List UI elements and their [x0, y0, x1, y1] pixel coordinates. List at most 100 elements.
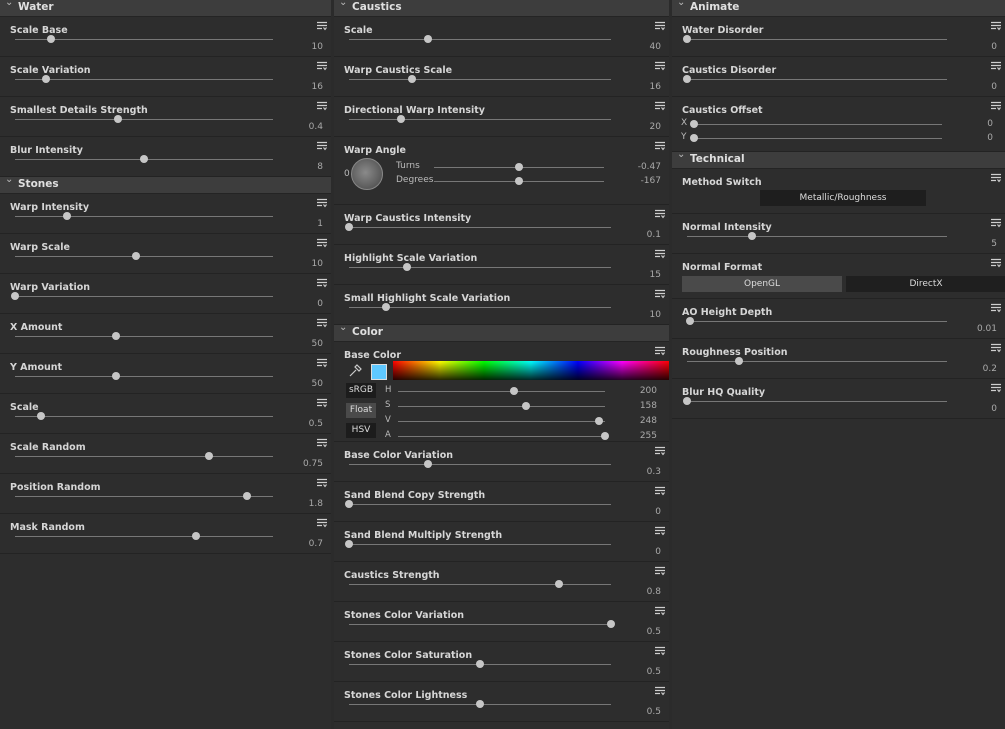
param-value[interactable]: 10 [312, 259, 323, 269]
param-slider-track[interactable] [685, 317, 947, 325]
param-slider-track[interactable] [687, 357, 947, 365]
param-menu-icon[interactable] [317, 141, 327, 151]
chevron-down-icon[interactable]: ⌄ [677, 149, 685, 160]
param-value[interactable]: 10 [650, 310, 661, 320]
param-menu-icon[interactable] [655, 526, 665, 536]
param-value[interactable]: 0.75 [303, 459, 323, 469]
hsv-button[interactable]: HSV [346, 423, 376, 438]
y-value[interactable]: 0 [987, 133, 993, 143]
param-slider-knob[interactable] [407, 75, 416, 83]
param-slider-track[interactable] [15, 492, 273, 500]
hue-spectrum[interactable] [393, 361, 669, 380]
param-slider-knob[interactable] [476, 660, 484, 668]
channel-slider-h-knob[interactable] [509, 387, 518, 395]
param-slider-track[interactable] [349, 580, 611, 588]
param-menu-icon[interactable] [655, 446, 665, 456]
param-slider-track[interactable] [11, 292, 273, 300]
param-value[interactable]: 16 [650, 82, 661, 92]
param-slider-knob[interactable] [62, 212, 71, 220]
srgb-button[interactable]: sRGB [346, 383, 376, 398]
degrees-value[interactable]: -167 [641, 176, 661, 186]
chevron-down-icon[interactable]: ⌄ [677, 0, 685, 8]
param-slider-knob[interactable] [683, 75, 691, 83]
x-slider-track[interactable] [690, 120, 942, 128]
param-menu-icon[interactable] [991, 258, 1001, 268]
channel-slider-a-track[interactable] [398, 432, 609, 440]
param-slider-track[interactable] [15, 212, 273, 220]
param-slider-track[interactable] [345, 500, 611, 508]
param-slider-knob[interactable] [132, 252, 141, 260]
param-slider-track[interactable] [349, 460, 611, 468]
param-slider-knob[interactable] [423, 460, 432, 468]
param-value[interactable]: 0 [991, 42, 997, 52]
param-slider-track[interactable] [345, 223, 611, 231]
param-slider-track[interactable] [15, 332, 273, 340]
param-menu-icon[interactable] [317, 318, 327, 328]
param-menu-icon[interactable] [317, 238, 327, 248]
param-slider-knob[interactable] [735, 357, 743, 365]
param-menu-icon[interactable] [991, 21, 1001, 31]
method-switch-button[interactable]: Metallic/Roughness [760, 190, 926, 206]
param-menu-icon[interactable] [317, 61, 327, 71]
param-menu-icon[interactable] [655, 606, 665, 616]
eyedropper-icon[interactable] [348, 364, 362, 381]
param-menu-icon[interactable] [991, 303, 1001, 313]
param-slider-knob[interactable] [748, 232, 756, 240]
param-slider-track[interactable] [15, 35, 273, 43]
param-value[interactable]: 0.5 [647, 627, 661, 637]
param-slider-track[interactable] [15, 372, 273, 380]
param-slider-knob[interactable] [41, 75, 50, 83]
param-value[interactable]: 0 [655, 507, 661, 517]
param-value[interactable]: 50 [312, 339, 323, 349]
param-value[interactable]: 0.5 [647, 667, 661, 677]
param-slider-knob[interactable] [607, 620, 615, 628]
param-value[interactable]: 20 [650, 122, 661, 132]
degrees-slider-track[interactable] [434, 177, 604, 185]
param-value[interactable]: 0.4 [309, 122, 323, 132]
param-menu-icon[interactable] [655, 646, 665, 656]
param-value[interactable]: 1.8 [309, 499, 323, 509]
param-menu-icon[interactable] [655, 486, 665, 496]
param-slider-track[interactable] [683, 397, 947, 405]
param-value[interactable]: 0 [655, 547, 661, 557]
param-menu-icon[interactable] [655, 346, 665, 356]
param-value[interactable]: 10 [312, 42, 323, 52]
section-header[interactable]: ⌄ Water [0, 0, 331, 17]
param-slider-track[interactable] [349, 35, 611, 43]
param-value[interactable]: 0.2 [983, 364, 997, 374]
channel-slider-v-knob[interactable] [594, 417, 603, 425]
section-header[interactable]: ⌄ Animate [672, 0, 1005, 17]
chevron-down-icon[interactable]: ⌄ [339, 0, 347, 8]
param-value[interactable]: 0.7 [309, 539, 323, 549]
param-slider-track[interactable] [15, 115, 273, 123]
param-slider-knob[interactable] [397, 115, 406, 123]
param-slider-knob[interactable] [423, 35, 432, 43]
param-value[interactable]: 0.3 [647, 467, 661, 477]
param-menu-icon[interactable] [655, 686, 665, 696]
param-slider-track[interactable] [15, 155, 273, 163]
channel-slider-v-track[interactable] [398, 417, 605, 425]
turns-slider-knob[interactable] [515, 163, 523, 171]
param-slider-track[interactable] [349, 660, 611, 668]
param-menu-icon[interactable] [991, 101, 1001, 111]
param-value[interactable]: 50 [312, 379, 323, 389]
param-value[interactable]: 40 [650, 42, 661, 52]
param-slider-knob[interactable] [345, 540, 353, 548]
channel-slider-h-track[interactable] [398, 387, 605, 395]
param-slider-knob[interactable] [402, 263, 411, 271]
param-value[interactable]: 0.01 [977, 324, 997, 334]
chevron-down-icon[interactable]: ⌄ [5, 0, 13, 8]
param-slider-track[interactable] [15, 532, 273, 540]
param-menu-icon[interactable] [317, 21, 327, 31]
param-slider-knob[interactable] [191, 532, 200, 540]
param-menu-icon[interactable] [317, 478, 327, 488]
param-slider-knob[interactable] [140, 155, 148, 163]
param-menu-icon[interactable] [655, 249, 665, 259]
param-slider-knob[interactable] [381, 303, 390, 311]
normal-format-directx[interactable]: DirectX [846, 276, 1005, 292]
channel-value[interactable]: 200 [640, 386, 657, 396]
chevron-down-icon[interactable]: ⌄ [5, 174, 13, 185]
channel-value[interactable]: 255 [640, 431, 657, 441]
param-value[interactable]: 0.1 [647, 230, 661, 240]
param-slider-track[interactable] [349, 263, 611, 271]
